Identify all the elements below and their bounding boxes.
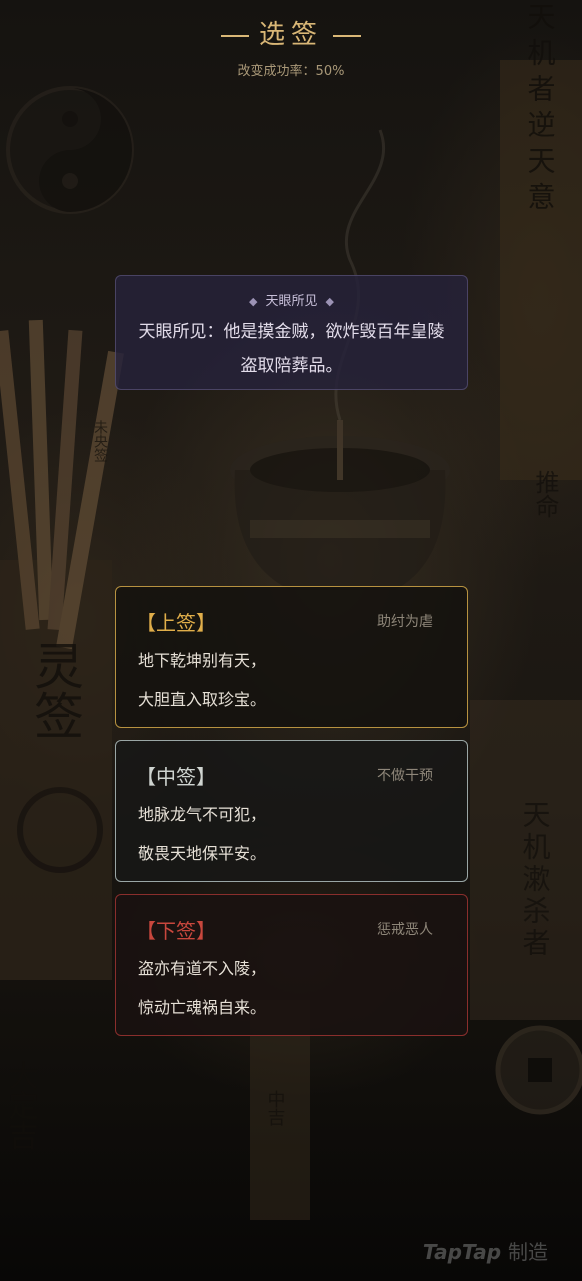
paper-right-text: 天机漱杀者	[519, 800, 552, 960]
yin-yang-icon	[6, 86, 134, 214]
watermark-brand: TapTap	[422, 1240, 502, 1264]
success-rate: 改变成功率：50%	[237, 64, 345, 79]
sign-tag: 【下签】	[136, 919, 216, 943]
background-scene: 天机者逆天意 灵签 未央签 推命 天机漱杀者 中吉 大定吉 选签 改变成功率：5…	[0, 0, 582, 1281]
sign-left-text: 未央签	[92, 420, 108, 462]
sign-verse-line: 敬畏天地保平安。	[138, 844, 267, 863]
sign-verse-line: 惊动亡魂祸自来。	[138, 998, 267, 1017]
vision-heading: 天眼所见	[265, 294, 318, 309]
title-dash-right	[333, 35, 361, 37]
sign-verse-line: 盗亦有道不入陵，	[138, 959, 267, 978]
stick-bottom-text: 中吉	[265, 1090, 286, 1126]
sign-verse-line: 大胆直入取珍宝。	[138, 690, 267, 709]
sign-effect: 助纣为虐	[377, 614, 433, 630]
upper-sign-card[interactable]: 【上签】 助纣为虐 地下乾坤别有天， 大胆直入取珍宝。	[115, 586, 468, 728]
ornament-icon: ◆	[325, 295, 334, 308]
vision-heading-row: ◆ 天眼所见 ◆	[116, 290, 467, 309]
middle-sign-card[interactable]: 【中签】 不做干预 地脉龙气不可犯， 敬畏天地保平安。	[115, 740, 468, 882]
lower-sign-card[interactable]: 【下签】 惩戒恶人 盗亦有道不入陵， 惊动亡魂祸自来。	[115, 894, 468, 1036]
paper-left-text: 大定吉	[3, 1060, 38, 1150]
sign-right-text: 推命	[531, 470, 559, 518]
sign-tag: 【上签】	[136, 611, 216, 635]
sign-tag: 【中签】	[136, 765, 216, 789]
incense-burner	[230, 420, 450, 590]
heavenly-eye-panel: ◆ 天眼所见 ◆ 天眼所见：他是摸金贼，欲炸毁百年皇陵盗取陪葬品。	[115, 275, 468, 390]
watermark-suffix: 制造	[508, 1240, 548, 1264]
sign-verse-line: 地脉龙气不可犯，	[138, 805, 267, 824]
vision-text: 天眼所见：他是摸金贼，欲炸毁百年皇陵盗取陪葬品。	[138, 322, 445, 376]
sign-verse-line: 地下乾坤别有天，	[138, 651, 267, 670]
sign-effect: 不做干预	[377, 768, 433, 784]
taptap-watermark: TapTap 制造	[423, 1236, 548, 1265]
tube-label: 灵签	[26, 640, 84, 740]
coin-icon	[495, 1025, 582, 1115]
title-text: 选签	[258, 20, 323, 50]
title-dash-left	[220, 35, 249, 37]
sign-effect: 惩戒恶人	[377, 922, 433, 938]
ornament-icon: ◆	[249, 295, 258, 308]
page-title: 选签	[0, 14, 582, 51]
